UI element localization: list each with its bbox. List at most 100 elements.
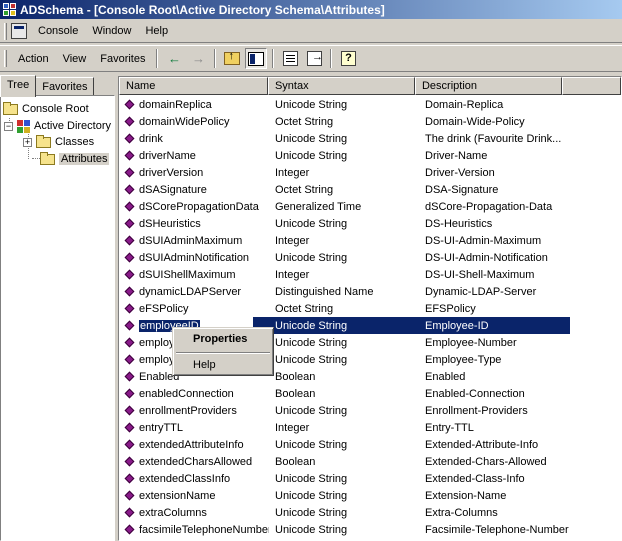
- attribute-name: facsimileTelephoneNumber: [139, 523, 269, 536]
- menu-view[interactable]: View: [56, 51, 94, 67]
- mmc-app-icon[interactable]: [3, 2, 17, 17]
- attribute-name-cell: driverVersion: [119, 167, 269, 179]
- attribute-icon: [124, 507, 135, 518]
- active-directory-schema-icon: [17, 119, 30, 133]
- attribute-icon: [124, 150, 135, 161]
- folder-icon: [40, 151, 55, 165]
- context-menu-help[interactable]: Help: [176, 356, 270, 374]
- up-one-level-icon: [224, 50, 241, 65]
- attribute-name: domainWidePolicy: [139, 115, 230, 128]
- attribute-name: entryTTL: [139, 421, 184, 434]
- attribute-syntax: Unicode String: [275, 404, 348, 417]
- attribute-name: extensionName: [139, 489, 216, 502]
- title-bar[interactable]: ADSchema - [Console Root\Active Director…: [0, 0, 622, 19]
- list-item[interactable]: dSUIAdminNotification Unicode String DS-UI…: [119, 249, 621, 266]
- attribute-syntax: Distinguished Name: [275, 285, 374, 298]
- attribute-description: Entry-TTL: [425, 421, 474, 434]
- attribute-name: extendedCharsAllowed: [139, 455, 253, 468]
- attribute-name: employ: [139, 353, 175, 366]
- attribute-name: dSUIAdminMaximum: [139, 234, 243, 247]
- attribute-syntax: Unicode String: [275, 506, 348, 519]
- tab-tree[interactable]: Tree: [0, 75, 37, 97]
- list-item[interactable]: driverName Unicode String Driver-Name: [119, 147, 621, 164]
- tree-item-attributes[interactable]: Attributes: [40, 151, 110, 167]
- attribute-description: Extra-Columns: [425, 506, 498, 519]
- attribute-icon: [124, 405, 135, 416]
- attribute-name-cell: dynamicLDAPServer: [119, 286, 269, 298]
- attribute-icon: [124, 218, 135, 229]
- attribute-name: dSUIShellMaximum: [139, 268, 236, 281]
- menubar-grip[interactable]: [4, 22, 7, 40]
- help-button[interactable]: ?: [337, 48, 359, 69]
- attribute-description: The drink (Favourite Drink...: [425, 132, 562, 145]
- list-item[interactable]: enabledConnection Boolean Enabled-Connecti…: [119, 385, 621, 402]
- attribute-icon: [124, 439, 135, 450]
- attribute-syntax: Unicode String: [275, 98, 348, 111]
- tree-line: [32, 158, 40, 159]
- attribute-icon: [124, 371, 135, 382]
- menu-action[interactable]: Action: [11, 51, 56, 67]
- attribute-description: Dynamic-LDAP-Server: [425, 285, 537, 298]
- back-arrow-icon[interactable]: ←: [163, 48, 185, 69]
- menu-console[interactable]: Console: [31, 23, 85, 39]
- column-header-name[interactable]: Name: [119, 77, 268, 95]
- attribute-name-cell: dSUIAdminMaximum: [119, 235, 269, 247]
- list-item[interactable]: dSCorePropagationData Generalized Time dSC…: [119, 198, 621, 215]
- list-item[interactable]: extraColumns Unicode String Extra-Columns: [119, 504, 621, 521]
- show-hide-console-tree-icon: [248, 51, 265, 66]
- menu-window[interactable]: Window: [85, 23, 138, 39]
- attribute-description: Enrollment-Providers: [425, 404, 528, 417]
- list-item[interactable]: driverVersion Integer Driver-Version: [119, 164, 621, 181]
- attribute-name-cell: dSHeuristics: [119, 218, 269, 230]
- attribute-icon: [124, 473, 135, 484]
- expand-icon[interactable]: +: [23, 137, 32, 147]
- tab-favorites[interactable]: Favorites: [35, 77, 95, 96]
- context-menu-properties[interactable]: Properties: [176, 330, 270, 348]
- list-item[interactable]: dSASignature Octet String DSA-Signature: [119, 181, 621, 198]
- folder-icon: [3, 101, 18, 115]
- list-item[interactable]: facsimileTelephoneNumber Unicode String Fa…: [119, 521, 621, 538]
- list-item[interactable]: enrollmentProviders Unicode String Enrollm…: [119, 402, 621, 419]
- console-icon[interactable]: [11, 23, 27, 39]
- tree-item-console-root[interactable]: Console Root: [3, 101, 89, 117]
- list-item[interactable]: extendedAttributeInfo Unicode String Exten…: [119, 436, 621, 453]
- console-tree[interactable]: Console Root − Active Directory + Classe…: [0, 95, 115, 541]
- attribute-list[interactable]: Name Syntax Description domainReplica Uni…: [118, 76, 622, 541]
- list-item[interactable]: extensionName Unicode String Extension-Nam…: [119, 487, 621, 504]
- column-header-syntax[interactable]: Syntax: [267, 77, 415, 95]
- list-item[interactable]: eFSPolicy Octet String EFSPolicy: [119, 300, 621, 317]
- menu-favorites[interactable]: Favorites: [93, 51, 152, 67]
- attribute-syntax: Octet String: [275, 115, 334, 128]
- list-item[interactable]: dynamicLDAPServer Distinguished Name Dynam…: [119, 283, 621, 300]
- list-item[interactable]: dSUIShellMaximum Integer DS-UI-Shell-Maxim…: [119, 266, 621, 283]
- list-item[interactable]: drink Unicode String The drink (Favourite …: [119, 130, 621, 147]
- attribute-syntax: Unicode String: [275, 319, 348, 332]
- tree-label: Attributes: [59, 153, 110, 165]
- attribute-description: Extended-Class-Info: [425, 472, 525, 485]
- tree-item-active-directory-schema[interactable]: − Active Directory: [4, 118, 111, 134]
- list-item[interactable]: dSHeuristics Unicode String DS-Heuristics: [119, 215, 621, 232]
- attribute-description: Employee-Number: [425, 336, 517, 349]
- list-item[interactable]: domainWidePolicy Octet String Domain-Wide-…: [119, 113, 621, 130]
- export-list-button[interactable]: [303, 48, 325, 69]
- column-header-description[interactable]: Description: [414, 77, 562, 95]
- list-item[interactable]: domainReplica Unicode String Domain-Replic…: [119, 96, 621, 113]
- list-item[interactable]: entryTTL Integer Entry-TTL: [119, 419, 621, 436]
- toolbar-grip[interactable]: [4, 50, 7, 67]
- list-item[interactable]: extendedClassInfo Unicode String Extended-…: [119, 470, 621, 487]
- menu-help[interactable]: Help: [138, 23, 175, 39]
- show-hide-tree-button[interactable]: [245, 48, 268, 69]
- list-item[interactable]: extendedCharsAllowed Boolean Extended-Char…: [119, 453, 621, 470]
- collapse-icon[interactable]: −: [4, 121, 13, 131]
- properties-icon: [282, 51, 298, 66]
- list-item[interactable]: dSUIAdminMaximum Integer DS-UI-Admin-Maxim…: [119, 232, 621, 249]
- attribute-name: employ: [139, 336, 175, 349]
- attribute-description: DS-Heuristics: [425, 217, 493, 230]
- attribute-name-cell: dSASignature: [119, 184, 269, 196]
- column-header-filler: [562, 77, 621, 95]
- up-one-level-button[interactable]: [221, 48, 243, 69]
- properties-button[interactable]: [279, 48, 301, 69]
- attribute-description: DS-UI-Admin-Notification: [425, 251, 548, 264]
- tree-item-classes[interactable]: + Classes: [23, 134, 94, 150]
- forward-arrow-icon[interactable]: →: [187, 48, 209, 69]
